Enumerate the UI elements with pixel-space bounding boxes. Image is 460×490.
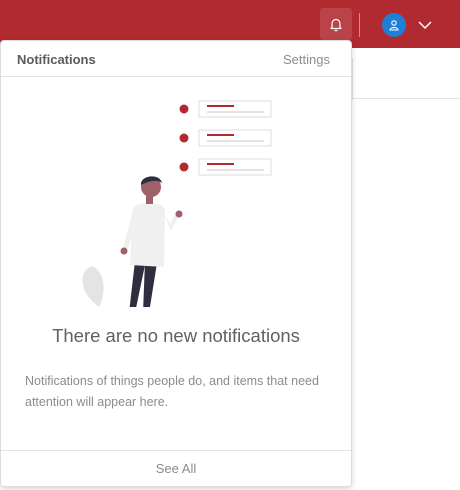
user-icon <box>389 20 399 31</box>
avatar <box>382 13 406 37</box>
panel-footer: See All <box>1 450 351 486</box>
user-menu-button[interactable] <box>382 11 438 39</box>
bell-icon <box>330 18 342 32</box>
empty-state-description: Notifications of things people do, and i… <box>25 374 319 409</box>
empty-state-title: There are no new notifications <box>52 325 300 346</box>
empty-state-illustration <box>82 100 272 307</box>
see-all-link[interactable]: See All <box>156 461 196 476</box>
notifications-bell-button[interactable] <box>320 8 352 40</box>
panel-title: Notifications <box>17 52 96 67</box>
background-divider <box>352 58 353 100</box>
notification-list-graphic <box>179 100 272 176</box>
background-divider <box>352 98 460 99</box>
settings-link[interactable]: Settings <box>283 52 330 67</box>
panel-header: Notifications Settings <box>1 41 351 77</box>
chevron-down-icon <box>418 20 432 30</box>
topbar-divider <box>359 13 360 37</box>
notifications-panel: Notifications Settings There are no new … <box>0 40 352 487</box>
